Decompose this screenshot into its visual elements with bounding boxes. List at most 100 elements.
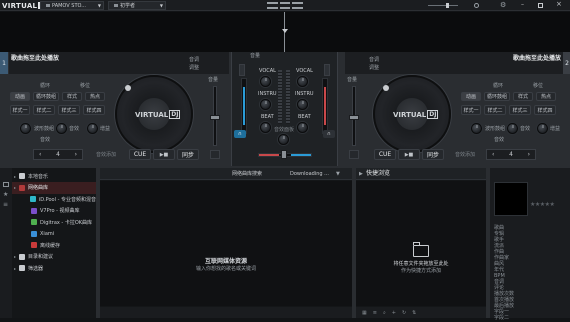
- settings-icon[interactable]: ⚙: [500, 2, 506, 9]
- mixer-eq-left-knob-2[interactable]: [260, 99, 271, 110]
- deck-right-turntable[interactable]: VIRTUAL DJ: [373, 75, 451, 153]
- deck-right-pad-2[interactable]: 样式三: [509, 105, 531, 115]
- deck-right-pitch-box[interactable]: ‹ 4 ›: [486, 149, 536, 160]
- deck-left-tab-3[interactable]: 热点: [85, 92, 105, 101]
- waveform-area[interactable]: [0, 12, 570, 52]
- deck-left-tab-1[interactable]: 循环鼓组: [33, 92, 59, 101]
- deck-right-id: 2: [563, 52, 570, 74]
- deck-right-knob-3[interactable]: [537, 123, 548, 134]
- chevron-left-icon[interactable]: ‹: [492, 151, 494, 158]
- record-icon[interactable]: [474, 3, 479, 8]
- skin-tab[interactable]: PAMOV STO... ▼: [40, 1, 104, 10]
- deck-left-sync-button[interactable]: 同步: [177, 149, 199, 160]
- mixer-eq-right-knob-3[interactable]: [297, 122, 308, 133]
- close-icon[interactable]: ×: [556, 1, 562, 8]
- sort-icon[interactable]: ⇅: [412, 310, 416, 316]
- grid-icon[interactable]: ▦: [362, 310, 367, 316]
- mixer-left-fader[interactable]: [241, 78, 247, 134]
- tree-item-7[interactable]: ▸ 目录和建议: [12, 251, 96, 263]
- deck-left-tab-2[interactable]: 样式: [62, 92, 82, 101]
- deck-right-pad-3[interactable]: 样式四: [534, 105, 556, 115]
- deck-left-pitch-reset[interactable]: [210, 150, 220, 159]
- deck-right-pitch-slider[interactable]: [349, 86, 359, 146]
- mixer-right-fader[interactable]: [322, 78, 328, 134]
- mixer-left-fx-button[interactable]: [239, 64, 245, 76]
- tree-item-label: 本地音乐: [28, 173, 49, 180]
- deck-left-turntable[interactable]: VIRTUAL DJ: [115, 75, 193, 153]
- layout-tab[interactable]: 初学者 ▼: [108, 1, 166, 10]
- deck-right-info[interactable]: 音调 调整 歌曲拖至此处播放: [345, 52, 563, 74]
- crossfader[interactable]: [258, 150, 312, 159]
- tree-item-6[interactable]: 离线缓存: [12, 239, 96, 251]
- mixer-right-fx-button[interactable]: [324, 64, 330, 76]
- deck-left-pitch-box[interactable]: ‹ 4 ›: [33, 149, 83, 160]
- tree-item-1[interactable]: ▸ 网络曲库: [12, 181, 96, 194]
- deck-right-knob-1[interactable]: [471, 123, 482, 134]
- chevron-left-icon[interactable]: ‹: [39, 151, 41, 158]
- rating-stars[interactable]: ★★★★★: [530, 201, 555, 208]
- plus-icon[interactable]: +: [392, 310, 396, 316]
- chevron-down-icon[interactable]: ▼: [336, 171, 340, 177]
- mixer-eq-left-knob-3[interactable]: [260, 122, 271, 133]
- deck-left-cue-button[interactable]: CUE: [129, 149, 151, 160]
- tree-item-3[interactable]: V7Pro - 视频曲库: [12, 205, 96, 217]
- deck-left-pad-3[interactable]: 样式四: [83, 105, 105, 115]
- deck-right-pad-1[interactable]: 样式二: [484, 105, 506, 115]
- chevron-right-icon[interactable]: ›: [528, 151, 530, 158]
- deck-right-tab-0[interactable]: 动画: [461, 92, 481, 101]
- deck-left-info[interactable]: 歌曲拖至此处播放 音调 调整: [9, 52, 229, 74]
- info-field-label: 歌手: [494, 237, 505, 243]
- chevron-right-icon[interactable]: ›: [75, 151, 77, 158]
- mixer-eq-left-knob-1[interactable]: [260, 76, 271, 87]
- folder-add-icon[interactable]: [3, 182, 9, 187]
- deck-left-pitch-slider[interactable]: [210, 86, 220, 146]
- search-icon[interactable]: ⌕: [383, 310, 386, 316]
- deck-left-pad-0[interactable]: 样式一: [10, 105, 30, 115]
- headphone-left-icon[interactable]: ∩: [234, 130, 246, 138]
- mixer-eq-right-knob-1[interactable]: [297, 76, 308, 87]
- mixer-center-knob[interactable]: [278, 134, 289, 145]
- cache-icon: [31, 242, 37, 248]
- deck-right-shift-label: 移位: [533, 83, 544, 89]
- tree-item-5[interactable]: Xiami: [12, 228, 96, 240]
- headphone-right-icon[interactable]: ∩: [323, 130, 335, 138]
- deck-right-play-button[interactable]: ▶■: [398, 149, 420, 160]
- deck-layout-toggle[interactable]: [267, 2, 304, 9]
- master-volume-slider[interactable]: [428, 3, 458, 8]
- deck-left-play-button[interactable]: ▶■: [153, 149, 175, 160]
- list-icon[interactable]: ≡: [3, 202, 8, 208]
- list-view-icon[interactable]: ≡: [373, 310, 377, 316]
- star-icon[interactable]: ★: [3, 192, 8, 198]
- deck-right-tab-1[interactable]: 循环鼓组: [484, 92, 510, 101]
- maximize-icon[interactable]: [538, 3, 543, 8]
- quick-drop-sub: 作为快捷方式添加: [400, 268, 441, 274]
- deck-left-pad-2[interactable]: 样式三: [58, 105, 80, 115]
- tree-item-0[interactable]: ▸ 本地音乐: [12, 170, 96, 182]
- deck-left-knob-2[interactable]: [56, 123, 67, 134]
- deck-right-pad-0[interactable]: 样式一: [461, 105, 481, 115]
- deck-left-pad-1[interactable]: 样式二: [33, 105, 55, 115]
- tree-item-4[interactable]: Digitrax - 卡拉OK曲库: [12, 216, 96, 228]
- deck-right-tab-2[interactable]: 样式: [513, 92, 533, 101]
- deck-right-tab-3[interactable]: 热点: [536, 92, 556, 101]
- deck-right-knob-2[interactable]: [507, 123, 518, 134]
- tree-item-8[interactable]: ▸ 筛选器: [12, 262, 96, 274]
- results-area[interactable]: 互联网媒体资源 输入你想找的歌名或关键词: [100, 181, 352, 306]
- deck-left-knob-3[interactable]: [87, 123, 98, 134]
- deck-left-knob-1[interactable]: [20, 123, 31, 134]
- refresh-icon[interactable]: ↻: [402, 310, 406, 316]
- info-field-label: 年代: [494, 267, 505, 273]
- deck-left-tab-0[interactable]: 动画: [10, 92, 30, 101]
- minimize-icon[interactable]: –: [521, 2, 524, 8]
- tree-item-2[interactable]: iD.Pool - 专业音频和混音: [12, 193, 96, 205]
- mixer-eq-right-knob-2[interactable]: [297, 99, 308, 110]
- deck-left-vol-label: 音量: [208, 77, 219, 83]
- deck-right-pitch-reset[interactable]: [349, 150, 359, 159]
- deck-right-cue-button[interactable]: CUE: [374, 149, 396, 160]
- deck-left-pads-mode: 音效: [40, 137, 51, 143]
- tree-item-label: Xiami: [40, 230, 55, 237]
- quick-drop-area[interactable]: 将任意文件夹拖放至此处 作为快捷方式添加: [356, 181, 486, 306]
- deck-left-turntable-logo: VIRTUAL DJ: [135, 110, 181, 119]
- deck-right-sync-button[interactable]: 同步: [422, 149, 444, 160]
- deck-right-vol-label: 音量: [347, 77, 358, 83]
